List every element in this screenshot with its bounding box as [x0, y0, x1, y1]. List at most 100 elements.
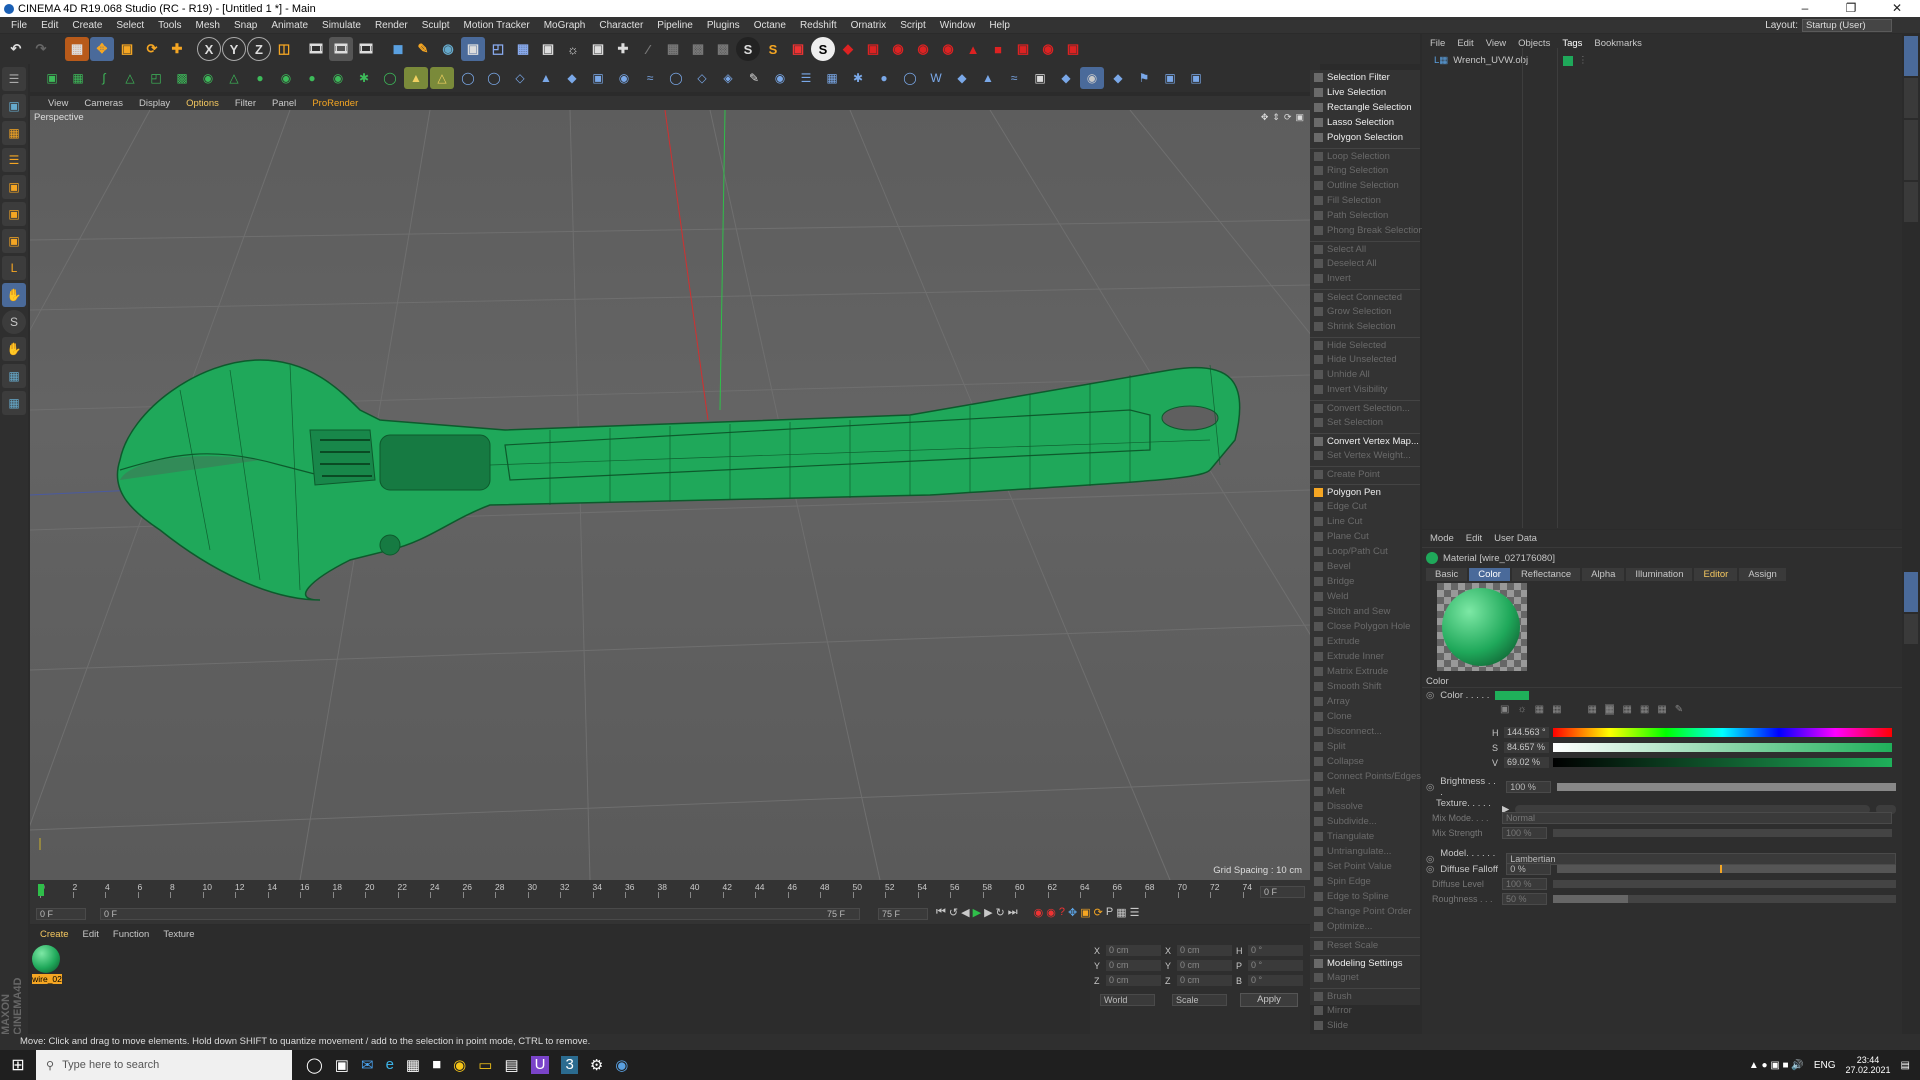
timeline-playhead[interactable]	[38, 884, 44, 896]
object-menu-view[interactable]: View	[1486, 38, 1506, 49]
menu-item-lasso-selection[interactable]: Lasso Selection	[1310, 115, 1420, 130]
material-menu-edit[interactable]: Edit	[83, 929, 99, 940]
move-view-icon[interactable]: ✥	[1261, 112, 1269, 123]
camera-object-icon[interactable]: ▣	[1028, 67, 1052, 89]
make-editable-icon[interactable]: ☰	[2, 67, 26, 91]
wrap-deformer-icon[interactable]: ◈	[716, 67, 740, 89]
edit-polygon-icon[interactable]: ▦	[66, 67, 90, 89]
floor-object-icon[interactable]: ◆	[1106, 67, 1130, 89]
cinema4d-icon[interactable]: ⚙	[590, 1056, 603, 1074]
position-key-icon[interactable]: ✥	[1068, 906, 1077, 919]
hsv-slider[interactable]	[1553, 758, 1892, 767]
menu-animate[interactable]: Animate	[264, 20, 315, 31]
tab-assign[interactable]: Assign	[1739, 568, 1786, 581]
coord-pos-field[interactable]: 0 cm	[1106, 945, 1161, 956]
scale-key-icon[interactable]: ▣	[1080, 906, 1090, 919]
material-menu-function[interactable]: Function	[113, 929, 149, 940]
redo-icon[interactable]: ↷	[29, 37, 53, 61]
lattice-icon[interactable]: ▩	[711, 37, 735, 61]
coord-mode-scale[interactable]: Scale	[1172, 994, 1227, 1006]
menu-window[interactable]: Window	[933, 20, 983, 31]
diffuse-falloff-slider[interactable]	[1557, 865, 1896, 873]
layers-side-tab[interactable]	[1904, 614, 1918, 644]
cortana-icon[interactable]: ◯	[306, 1056, 323, 1074]
diffuse-falloff-field[interactable]: 0 %	[1506, 863, 1552, 875]
viewport-perspective[interactable]: Perspective Grid Spacing : 10 cm ✥ ⇕ ⟳ ▣	[30, 110, 1310, 880]
mail-icon[interactable]: ✉	[361, 1056, 374, 1074]
cloner-icon[interactable]: ▣	[461, 37, 485, 61]
mix-strength-field[interactable]: 100 %	[1502, 827, 1547, 839]
correction-deformer-icon[interactable]: ☰	[794, 67, 818, 89]
end-frame-field[interactable]: 75 F	[878, 908, 928, 920]
symmetry-icon[interactable]: △	[222, 67, 246, 89]
anim-dot-icon[interactable]: ◎	[1426, 690, 1434, 701]
menu-select[interactable]: Select	[109, 20, 151, 31]
search-box[interactable]: ⚲ Type here to search	[36, 1050, 292, 1080]
current-frame-field[interactable]: 0 F	[1260, 886, 1305, 898]
object-row[interactable]: L▦ Wrench_UVW.obj ⋮	[1422, 53, 1902, 68]
lock-workplane-icon[interactable]: ▦	[2, 391, 26, 415]
object-menu-file[interactable]: File	[1430, 38, 1445, 49]
explosion-deformer-icon[interactable]: ◯	[664, 67, 688, 89]
move-tool-icon[interactable]: ✥	[90, 37, 114, 61]
sphere-primitive-icon[interactable]: ●	[872, 67, 896, 89]
ffd-deformer-icon[interactable]: ▣	[586, 67, 610, 89]
tweak-icon[interactable]: ✋	[2, 283, 26, 307]
polygons-mode-icon[interactable]: ▣	[2, 229, 26, 253]
model-mode-icon[interactable]: ▣	[2, 94, 26, 118]
tray-icons[interactable]: ▲ ● ▣ ■ 🔊	[1749, 1060, 1804, 1071]
mesh-deformer-icon[interactable]: ▦	[820, 67, 844, 89]
minimize-button[interactable]: –	[1782, 0, 1828, 17]
y-axis-icon[interactable]: Y	[222, 37, 246, 61]
menu-pipeline[interactable]: Pipeline	[650, 20, 700, 31]
lathe-icon[interactable]: ◉	[196, 67, 220, 89]
maximize-view-icon[interactable]: ▣	[1295, 112, 1304, 123]
polygon-object-icon[interactable]: ▣	[40, 67, 64, 89]
menu-item-convert-vertex-map[interactable]: Convert Vertex Map...	[1310, 433, 1420, 448]
edge-icon[interactable]: e	[386, 1056, 394, 1074]
taper-deformer-icon[interactable]: ▲	[534, 67, 558, 89]
timeline-ruler[interactable]: 0246810121416182022242628303234363840424…	[40, 882, 1290, 900]
pen-icon[interactable]: ✎	[411, 37, 435, 61]
color-wheel-icon[interactable]: ▣	[1500, 704, 1509, 715]
tab-editor[interactable]: Editor	[1694, 568, 1738, 581]
flag-icon[interactable]: ⚑	[1132, 67, 1156, 89]
coord-pos-field[interactable]: 0 cm	[1106, 975, 1161, 986]
menu-item-rectangle-selection[interactable]: Rectangle Selection	[1310, 100, 1420, 115]
material-menu-texture[interactable]: Texture	[163, 929, 194, 940]
light-icon[interactable]: ☼	[561, 37, 585, 61]
coord-size-field[interactable]: 0 cm	[1177, 975, 1232, 986]
menu-sculpt[interactable]: Sculpt	[415, 20, 457, 31]
next-frame-icon[interactable]: ▶	[984, 906, 992, 919]
viewport-menu-view[interactable]: View	[40, 98, 76, 109]
smoothing-deformer-icon[interactable]: ✱	[846, 67, 870, 89]
collision-deformer-icon[interactable]: ◉	[768, 67, 792, 89]
spline-object-icon[interactable]: ∫	[92, 67, 116, 89]
sketch-icon[interactable]: S	[811, 37, 835, 61]
melt-deformer-icon[interactable]: ◉	[612, 67, 636, 89]
layout-selector[interactable]: Layout: Startup (User)	[1765, 17, 1892, 33]
render-settings-icon[interactable]: 🎞	[354, 37, 378, 61]
workplane-grid-icon[interactable]: ▦	[2, 364, 26, 388]
param-key-icon[interactable]: P	[1106, 906, 1113, 919]
bulge-deformer-icon[interactable]: ◯	[482, 67, 506, 89]
record-icon[interactable]: ◉	[1034, 906, 1044, 919]
visibility-dots-icon[interactable]: ⋮	[1578, 55, 1588, 66]
roughness-field[interactable]: 50 %	[1502, 893, 1547, 905]
mix-strength-slider[interactable]	[1553, 829, 1892, 837]
metaball-icon[interactable]: ◉	[326, 67, 350, 89]
solo-icon[interactable]: ✋	[2, 337, 26, 361]
extrude-icon[interactable]: ▩	[170, 67, 194, 89]
redshift-light-3-icon[interactable]: ◉	[936, 37, 960, 61]
coord-rot-field[interactable]: 0 °	[1248, 960, 1303, 971]
world-icon[interactable]: ◉	[1080, 67, 1104, 89]
attributes-side-tab[interactable]	[1904, 572, 1918, 612]
chrome-icon[interactable]: ◉	[453, 1056, 466, 1074]
autokey-icon[interactable]: ◉	[1046, 906, 1056, 919]
twist-deformer-icon[interactable]: ◇	[508, 67, 532, 89]
transform-tool-icon[interactable]: ✚	[165, 37, 189, 61]
object-menu-bookmarks[interactable]: Bookmarks	[1594, 38, 1642, 49]
structure-side-tab[interactable]	[1904, 182, 1918, 222]
redshift-camera-icon[interactable]: ▣	[1061, 37, 1085, 61]
loft-icon[interactable]: ◰	[144, 67, 168, 89]
